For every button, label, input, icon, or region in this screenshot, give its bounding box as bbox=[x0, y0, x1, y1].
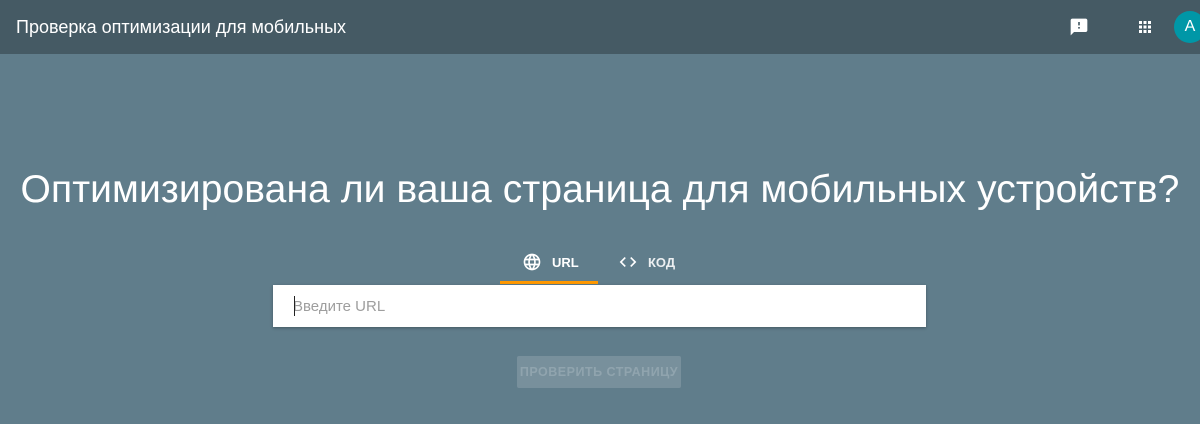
tab-code[interactable]: КОД bbox=[598, 240, 696, 284]
code-icon bbox=[618, 252, 638, 272]
tab-url-label: URL bbox=[552, 254, 579, 270]
account-avatar[interactable]: A bbox=[1174, 11, 1200, 43]
tab-url[interactable]: URL bbox=[500, 240, 598, 284]
input-mode-tabs: URL КОД bbox=[500, 240, 696, 284]
tab-code-label: КОД bbox=[648, 254, 676, 270]
app-title: Проверка оптимизации для мобильных bbox=[16, 17, 347, 37]
feedback-button[interactable] bbox=[1064, 12, 1094, 42]
apps-grid-icon bbox=[1139, 21, 1151, 33]
feedback-icon bbox=[1070, 18, 1088, 36]
check-page-button[interactable]: ПРОВЕРИТЬ СТРАНИЦУ bbox=[517, 356, 681, 388]
apps-button[interactable] bbox=[1130, 12, 1160, 42]
top-app-bar: Проверка оптимизации для мобильных A bbox=[0, 0, 1200, 54]
page-headline: Оптимизирована ли ваша страница для моби… bbox=[20, 168, 1180, 211]
text-caret bbox=[294, 296, 295, 316]
globe-icon bbox=[522, 252, 542, 272]
url-input[interactable] bbox=[273, 285, 926, 327]
